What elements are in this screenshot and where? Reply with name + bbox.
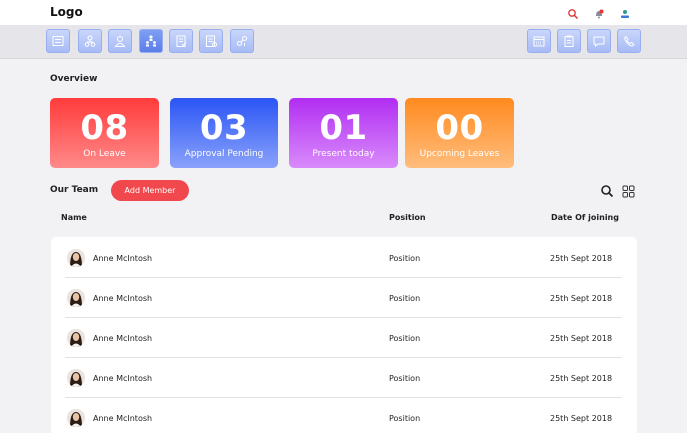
member-name: Anne McIntosh — [93, 254, 153, 263]
add-member-button[interactable]: Add Member — [111, 180, 189, 201]
avatar — [67, 369, 85, 387]
member-name: Anne McIntosh — [93, 334, 153, 343]
avatar — [67, 409, 85, 427]
member-name: Anne McIntosh — [93, 414, 153, 423]
member-position: Position — [389, 254, 421, 263]
present-today-label: Present today — [312, 149, 375, 159]
member-position: Position — [389, 294, 421, 303]
approval-pending-card[interactable]: 03 Approval Pending — [170, 98, 278, 168]
search-icon[interactable] — [600, 183, 614, 198]
chat-icon[interactable] — [587, 29, 611, 53]
member-join-date: 25th Sept 2018 — [550, 254, 613, 263]
logo[interactable]: Logo — [50, 5, 83, 19]
table-row[interactable]: Anne McIntosh Position 25th Sept 2018 — [65, 318, 622, 358]
top-header: Logo — [0, 0, 687, 25]
member-position: Position — [389, 334, 421, 343]
member-join-date: 25th Sept 2018 — [550, 374, 613, 383]
skills-icon[interactable] — [230, 29, 254, 53]
table-row[interactable]: Anne McIntosh Position 25th Sept 2018 — [65, 278, 622, 318]
member-name: Anne McIntosh — [93, 374, 153, 383]
phone-icon[interactable] — [617, 29, 641, 53]
avatar — [67, 289, 85, 307]
member-join-date: 25th Sept 2018 — [550, 294, 613, 303]
upcoming-leaves-card[interactable]: 00 Upcoming Leaves — [405, 98, 514, 168]
grid-view-icon[interactable] — [622, 183, 635, 198]
table-row[interactable]: Anne McIntosh Position 25th Sept 2018 — [65, 398, 622, 433]
upcoming-leaves-count: 00 — [435, 108, 484, 148]
header-actions — [567, 5, 631, 20]
member-name: Anne McIntosh — [93, 294, 153, 303]
column-header-date[interactable]: Date Of joining — [551, 213, 619, 222]
document-icon[interactable] — [169, 29, 193, 53]
present-today-card[interactable]: 01 Present today — [289, 98, 398, 168]
table-row[interactable]: Anne McIntosh Position 25th Sept 2018 — [65, 238, 622, 278]
on-leave-card[interactable]: 08 On Leave — [50, 98, 159, 168]
column-header-name[interactable]: Name — [61, 213, 87, 222]
team-table: Anne McIntosh Position 25th Sept 2018 An… — [51, 237, 637, 433]
column-header-position[interactable]: Position — [389, 213, 426, 222]
clipboard-icon[interactable] — [557, 29, 581, 53]
approval-pending-label: Approval Pending — [184, 149, 264, 159]
checklist-icon[interactable] — [199, 29, 223, 53]
search-icon[interactable] — [567, 5, 579, 20]
our-team-title: Our Team — [50, 185, 99, 195]
on-leave-label: On Leave — [83, 149, 126, 159]
present-today-count: 01 — [319, 108, 368, 148]
table-row[interactable]: Anne McIntosh Position 25th Sept 2018 — [65, 358, 622, 398]
upcoming-leaves-label: Upcoming Leaves — [419, 149, 500, 159]
member-position: Position — [389, 414, 421, 423]
overview-title: Overview — [50, 74, 98, 84]
member-join-date: 25th Sept 2018 — [550, 334, 613, 343]
team-icon[interactable] — [139, 29, 163, 53]
member-join-date: 25th Sept 2018 — [550, 414, 613, 423]
profile-icon[interactable] — [619, 5, 631, 18]
member-position: Position — [389, 374, 421, 383]
calendar-icon[interactable] — [527, 29, 551, 53]
on-leave-count: 08 — [80, 108, 129, 148]
avatar — [67, 249, 85, 267]
user-icon[interactable] — [108, 29, 132, 53]
notification-icon[interactable] — [593, 5, 605, 19]
org-chart-icon[interactable] — [78, 29, 102, 53]
toolbar — [0, 25, 687, 59]
list-icon[interactable] — [46, 29, 70, 53]
avatar — [67, 329, 85, 347]
approval-pending-count: 03 — [199, 108, 249, 148]
